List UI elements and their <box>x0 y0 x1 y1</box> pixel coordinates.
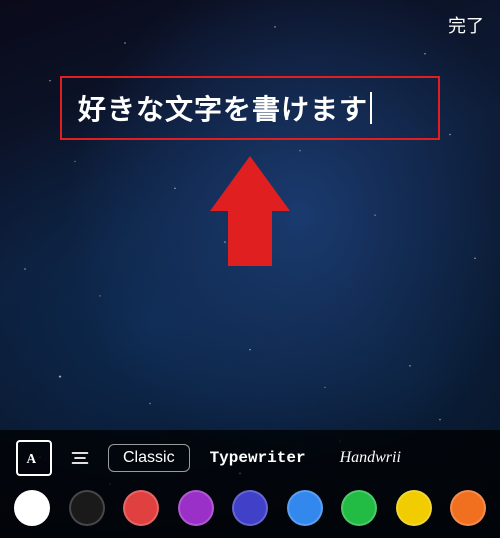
font-handwriting[interactable]: Handwrii <box>326 445 415 471</box>
align-icon <box>70 448 90 468</box>
text-input-container[interactable]: 好きな文字を書けます <box>60 76 440 140</box>
text-cursor <box>370 92 372 124</box>
svg-text:A: A <box>27 451 37 466</box>
color-swatch-green[interactable] <box>341 490 377 526</box>
font-typewriter[interactable]: Typewriter <box>196 445 320 471</box>
bottom-toolbar: A Classic Typewriter Handwrii <box>0 430 500 538</box>
align-button[interactable] <box>62 440 98 476</box>
font-tools-row: A Classic Typewriter Handwrii <box>0 440 500 484</box>
color-row <box>0 484 500 530</box>
done-button[interactable]: 完了 <box>448 12 484 38</box>
text-display: 好きな文字を書けます <box>78 88 368 128</box>
color-swatch-indigo[interactable] <box>232 490 268 526</box>
main-area: 好きな文字を書けます <box>0 46 500 430</box>
color-swatch-purple[interactable] <box>178 490 214 526</box>
arrow-indicator <box>210 156 290 211</box>
color-swatch-red[interactable] <box>123 490 159 526</box>
font-list: Classic Typewriter Handwrii <box>108 444 484 472</box>
color-swatch-yellow[interactable] <box>396 490 432 526</box>
top-bar: 完了 <box>0 0 500 46</box>
font-classic[interactable]: Classic <box>108 444 190 472</box>
font-size-button[interactable]: A <box>16 440 52 476</box>
arrow-up-shape <box>210 156 290 211</box>
color-swatch-blue[interactable] <box>287 490 323 526</box>
font-size-icon: A <box>24 448 44 468</box>
color-swatch-black[interactable] <box>69 490 105 526</box>
color-swatch-orange[interactable] <box>450 490 486 526</box>
color-swatch-white[interactable] <box>14 490 50 526</box>
